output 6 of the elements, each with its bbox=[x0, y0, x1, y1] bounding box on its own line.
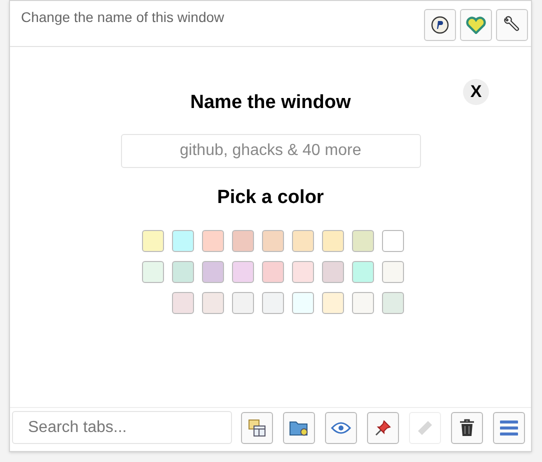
dialog-heading: Name the window bbox=[190, 91, 351, 115]
window-title: Change the name of this window bbox=[21, 8, 226, 27]
close-button[interactable]: X bbox=[463, 79, 489, 105]
color-heading: Pick a color bbox=[217, 186, 324, 210]
window-name-field[interactable]: github, ghacks & 40 more bbox=[120, 134, 420, 168]
search-field[interactable]: Search tabs... bbox=[12, 411, 232, 444]
